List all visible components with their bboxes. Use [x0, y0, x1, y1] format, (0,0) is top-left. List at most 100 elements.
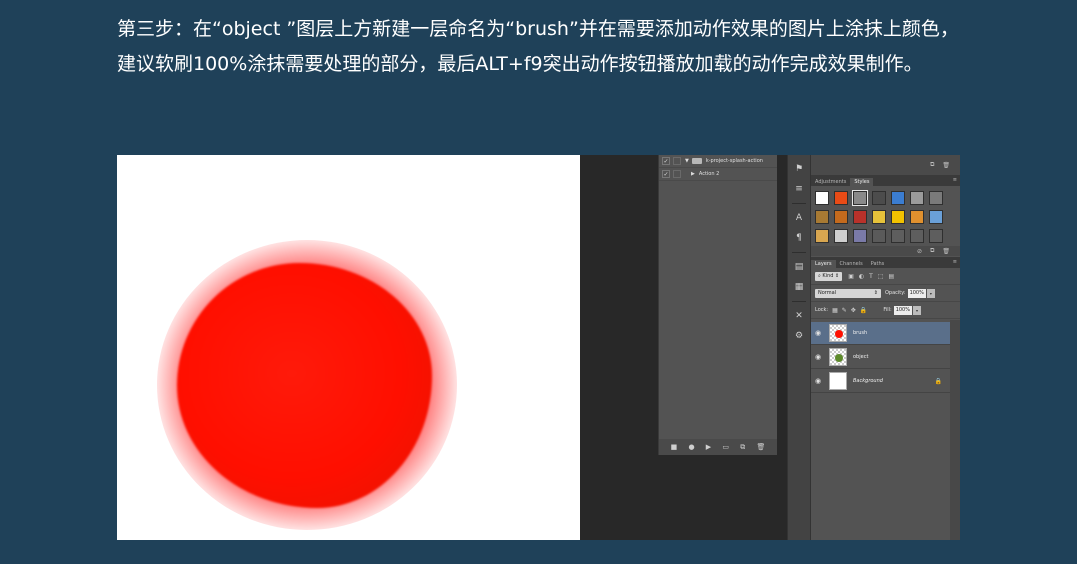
lock-transparent-icon[interactable]: ▦	[832, 307, 838, 314]
action-set-row[interactable]: ✓ ▼ k-project-splash-action	[659, 155, 777, 168]
actions-footer: ■ ● ▶ ▭ ⧉ 🗑	[659, 439, 777, 455]
smart-object-filter-icon[interactable]: ▤	[888, 273, 894, 280]
opacity-field[interactable]: 100%	[907, 288, 926, 298]
shape-filter-icon[interactable]: ⬚	[878, 273, 884, 280]
layer-comps-icon[interactable]: ▤	[791, 259, 807, 275]
opacity-dropdown[interactable]: ▾	[926, 288, 935, 298]
history-brush-icon[interactable]: ⚑	[791, 161, 807, 177]
new-style-icon[interactable]: ⧉	[930, 247, 934, 255]
blend-mode-select[interactable]: Normal ⇕	[815, 288, 881, 298]
style-swatch[interactable]	[834, 191, 848, 205]
dialog-toggle[interactable]	[673, 157, 681, 165]
brush-settings-icon[interactable]: ≡	[791, 181, 807, 197]
notes-icon[interactable]: ▦	[791, 279, 807, 295]
trash-icon[interactable]: 🗑	[756, 443, 765, 451]
style-swatch[interactable]	[891, 191, 905, 205]
folder-icon[interactable]: ▭	[722, 443, 729, 451]
new-item-icon[interactable]: ⧉	[930, 161, 934, 169]
trash-icon[interactable]: 🗑	[942, 248, 950, 255]
layer-name: Background	[853, 378, 883, 384]
fill-field[interactable]: 100%	[893, 305, 912, 315]
divider	[792, 252, 806, 253]
panel-menu-icon[interactable]: ≡	[953, 177, 957, 183]
type-filter-icon[interactable]: T	[869, 273, 873, 280]
style-swatch[interactable]	[929, 210, 943, 224]
green-dot-icon	[835, 354, 843, 362]
lock-position-icon[interactable]: ✥	[851, 307, 856, 314]
style-swatch[interactable]	[910, 210, 924, 224]
record-icon[interactable]: ●	[688, 443, 694, 451]
style-swatch[interactable]	[815, 210, 829, 224]
layer-thumbnail	[829, 372, 847, 390]
style-swatch[interactable]	[891, 229, 905, 243]
tab-styles[interactable]: Styles	[850, 178, 874, 186]
toggle-check-icon[interactable]: ✓	[662, 157, 670, 165]
photoshop-screenshot: ✓ ▼ k-project-splash-action ✓ ▶ Action 2…	[117, 155, 960, 540]
style-swatch[interactable]	[872, 210, 886, 224]
action-set-label: k-project-splash-action	[705, 158, 763, 164]
style-swatch[interactable]	[872, 229, 886, 243]
layers-tab-bar: Layers Channels Paths ≡	[811, 257, 960, 268]
style-swatch[interactable]	[815, 191, 829, 205]
filter-kind-label: Kind	[822, 273, 834, 279]
toggle-check-icon[interactable]: ✓	[662, 170, 670, 178]
style-swatch[interactable]	[910, 191, 924, 205]
tab-channels[interactable]: Channels	[836, 260, 867, 268]
tab-adjustments[interactable]: Adjustments	[811, 178, 850, 186]
layer-row-brush[interactable]: ◉ brush	[811, 322, 950, 345]
play-icon[interactable]: ▶	[706, 443, 711, 451]
layers-scrollbar[interactable]	[950, 320, 960, 540]
trash-icon[interactable]: 🗑	[942, 162, 950, 169]
styles-footer: ⊘ ⧉ 🗑	[811, 246, 960, 256]
style-swatch[interactable]	[910, 229, 924, 243]
adjustments-tab-bar: Adjustments Styles ≡	[811, 175, 960, 186]
style-swatch[interactable]	[891, 210, 905, 224]
red-dot-icon	[835, 330, 843, 338]
action-row[interactable]: ✓ ▶ Action 2	[659, 168, 777, 181]
opacity-label: Opacity:	[885, 290, 906, 296]
layer-row-background[interactable]: ◉ Background 🔒	[811, 370, 950, 393]
lock-all-icon[interactable]: 🔒	[860, 307, 867, 314]
document-canvas[interactable]	[117, 155, 580, 540]
adjustment-filter-icon[interactable]: ◐	[859, 273, 864, 280]
new-action-icon[interactable]: ⧉	[740, 443, 745, 452]
lock-image-icon[interactable]: ✎	[842, 307, 847, 314]
pixel-filter-icon[interactable]: ▣	[848, 273, 854, 280]
filter-kind-select[interactable]: ⌕ Kind ⇕	[815, 271, 843, 281]
3d-icon[interactable]: ⚙	[791, 328, 807, 344]
stop-icon[interactable]: ■	[671, 443, 678, 451]
layer-thumbnail	[829, 324, 847, 342]
tools-cross-icon[interactable]: ✕	[791, 308, 807, 324]
style-swatch[interactable]	[853, 229, 867, 243]
style-swatch[interactable]	[834, 210, 848, 224]
lock-icons: ▦ ✎ ✥ 🔒	[832, 307, 867, 314]
style-swatch[interactable]	[929, 229, 943, 243]
expand-arrow-icon[interactable]: ▼	[685, 158, 689, 164]
style-swatch[interactable]	[815, 229, 829, 243]
lock-row: Lock: ▦ ✎ ✥ 🔒 Fill: 100% ▾	[811, 302, 960, 319]
style-swatch[interactable]	[834, 229, 848, 243]
action-label: Action 2	[698, 171, 720, 177]
style-swatch[interactable]	[872, 191, 886, 205]
clear-style-icon[interactable]: ⊘	[917, 248, 922, 255]
instruction-text: 第三步：在“object ”图层上方新建一层命名为“brush”并在需要添加动作…	[117, 18, 959, 75]
character-icon[interactable]: A	[791, 210, 807, 226]
panel-top-strip: ⧉ 🗑	[811, 155, 960, 175]
divider	[792, 301, 806, 302]
divider	[792, 203, 806, 204]
fill-dropdown[interactable]: ▾	[912, 305, 921, 315]
eye-icon[interactable]: ◉	[811, 353, 825, 361]
tab-layers[interactable]: Layers	[811, 260, 836, 268]
dialog-toggle[interactable]	[673, 170, 681, 178]
paragraph-icon[interactable]: ¶	[791, 230, 807, 246]
eye-icon[interactable]: ◉	[811, 377, 825, 385]
tab-paths[interactable]: Paths	[867, 260, 889, 268]
layer-row-object[interactable]: ◉ object	[811, 346, 950, 369]
expand-arrow-icon[interactable]: ▶	[691, 171, 695, 177]
style-swatch[interactable]	[929, 191, 943, 205]
style-swatch[interactable]	[853, 210, 867, 224]
eye-icon[interactable]: ◉	[811, 329, 825, 337]
folder-icon	[691, 158, 702, 164]
panel-menu-icon[interactable]: ≡	[953, 259, 957, 265]
style-swatch[interactable]	[852, 190, 868, 206]
